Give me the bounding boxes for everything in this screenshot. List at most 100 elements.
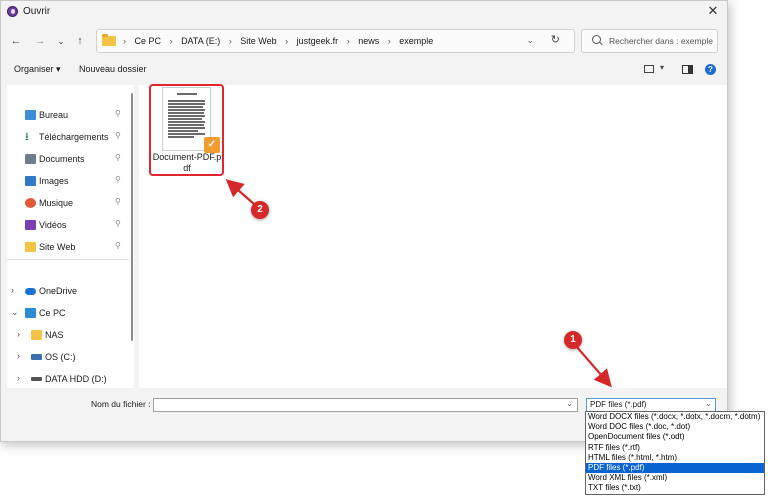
sidebar-item-nas[interactable]: › NAS <box>7 327 133 345</box>
filename-label: Nom du fichier : <box>91 399 151 409</box>
sidebar-item-ce-pc[interactable]: ⌄ Ce PC <box>7 305 133 323</box>
breadcrumb-item[interactable]: Site Web <box>240 36 276 46</box>
thumbnail-text-line <box>168 133 205 135</box>
filetype-option[interactable]: HTML files (*.html, *.htm) <box>586 453 764 463</box>
filetype-dropdown-icon[interactable]: ⌄ <box>705 399 712 408</box>
filetype-option[interactable]: RTF files (*.rtf) <box>586 443 764 453</box>
thumbnail-title-line <box>177 93 197 95</box>
sidebar-item-documents[interactable]: Documents ⚲ <box>7 151 133 169</box>
filetype-option[interactable]: OpenDocument files (*.odt) <box>586 432 764 442</box>
preview-pane-icon[interactable] <box>682 65 693 74</box>
filetype-dropdown-list: Word DOCX files (*.docx, *.dotx, *.docm,… <box>585 411 765 495</box>
address-bar[interactable]: › Ce PC › DATA (E:) › Site Web › justgee… <box>96 29 575 53</box>
pin-icon: ⚲ <box>115 153 121 162</box>
breadcrumb-item[interactable]: DATA (E:) <box>181 36 220 46</box>
folder-icon <box>25 242 36 252</box>
filetype-selected-value: PDF files (*.pdf) <box>590 400 647 409</box>
annotation-marker-2: 2 <box>251 201 269 219</box>
thumbnail-text-line <box>168 106 203 108</box>
thumbnail-text-line <box>168 118 202 120</box>
filename-dropdown-icon[interactable]: ⌄ <box>566 399 573 408</box>
filetype-option[interactable]: Word DOC files (*.doc, *.dot) <box>586 422 764 432</box>
sidebar-item-onedrive[interactable]: › OneDrive <box>7 283 133 301</box>
hdd-icon <box>31 377 42 381</box>
thumbnail-text-line <box>168 100 205 102</box>
pin-icon: ⚲ <box>115 109 121 118</box>
chevron-right-icon[interactable]: › <box>17 351 20 361</box>
thumbnail-text-line <box>168 127 205 129</box>
breadcrumb-separator-icon: › <box>387 36 391 46</box>
sidebar-item-images[interactable]: Images ⚲ <box>7 173 133 191</box>
back-arrow-icon[interactable]: ← <box>8 33 24 49</box>
sidebar-item-label: Musique <box>39 198 74 208</box>
thumbnail-text-line <box>168 130 198 132</box>
thumbnail-text-line <box>168 121 205 123</box>
breadcrumb-separator-icon: › <box>285 36 289 46</box>
breadcrumb-item[interactable]: Ce PC <box>135 36 162 46</box>
breadcrumb-item[interactable]: news <box>358 36 379 46</box>
sidebar-item-label: Site Web <box>39 242 76 252</box>
pdf-app-badge-icon: ✓ <box>204 137 220 153</box>
organize-button[interactable]: Organiser ▾ <box>14 64 61 75</box>
sidebar-scrollbar[interactable] <box>131 85 134 385</box>
forward-arrow-icon[interactable]: → <box>32 33 48 49</box>
sidebar-item-site-web[interactable]: Site Web ⚲ <box>7 239 133 257</box>
refresh-icon[interactable]: ↻ <box>551 33 560 46</box>
sidebar-item-label: OS (C:) <box>45 352 76 362</box>
navigation-pane: Bureau ⚲ ⭳ Téléchargements ⚲ Documents ⚲… <box>7 85 133 388</box>
navigation-bar: ← → ⌄ ↑ › Ce PC › DATA (E:) › Site Web ›… <box>1 28 727 56</box>
open-dialog: Ouvrir ✕ ← → ⌄ ↑ › Ce PC › DATA (E:) › S… <box>0 0 728 442</box>
sidebar-divider <box>7 259 129 260</box>
pin-icon: ⚲ <box>115 219 121 228</box>
chevron-right-icon[interactable]: › <box>11 285 14 295</box>
videos-icon <box>25 220 36 230</box>
breadcrumb-item[interactable]: exemple <box>399 36 433 46</box>
sidebar-item-label: OneDrive <box>39 286 78 296</box>
search-icon <box>592 35 601 44</box>
sidebar-item-telechargements[interactable]: ⭳ Téléchargements ⚲ <box>7 129 133 147</box>
pin-icon: ⚲ <box>115 131 121 140</box>
recent-locations-chevron-icon[interactable]: ⌄ <box>53 33 69 49</box>
breadcrumb-separator-icon: › <box>228 36 232 46</box>
search-box[interactable]: Rechercher dans : exemple <box>581 29 718 53</box>
window-title: Ouvrir <box>23 6 51 17</box>
up-arrow-icon[interactable]: ↑ <box>72 33 88 49</box>
filetype-option-selected[interactable]: PDF files (*.pdf) <box>586 463 764 474</box>
sidebar-item-label: Documents <box>39 154 85 164</box>
sidebar-item-videos[interactable]: Vidéos ⚲ <box>7 217 133 235</box>
filetype-option[interactable]: TXT files (*.txt) <box>586 483 764 493</box>
address-dropdown-icon[interactable]: ⌄ <box>526 35 534 46</box>
search-input[interactable]: Rechercher dans : exemple <box>609 36 713 46</box>
view-dropdown-icon[interactable]: ▾ <box>660 63 664 72</box>
breadcrumb-item[interactable]: justgeek.fr <box>297 36 339 46</box>
filetype-option[interactable]: Word DOCX files (*.docx, *.dotx, *.docm,… <box>586 412 764 422</box>
app-icon <box>7 6 18 17</box>
scrollbar-thumb[interactable] <box>131 93 133 341</box>
sidebar-item-data-hdd-d[interactable]: › DATA HDD (D:) <box>7 371 133 389</box>
sidebar-item-os-c[interactable]: › OS (C:) <box>7 349 133 367</box>
images-icon <box>25 176 36 186</box>
chevron-right-icon[interactable]: › <box>17 373 20 383</box>
chevron-right-icon[interactable]: › <box>17 329 20 339</box>
close-icon[interactable]: ✕ <box>705 3 721 19</box>
sidebar-item-musique[interactable]: Musique ⚲ <box>7 195 133 213</box>
download-icon: ⭳ <box>25 131 29 143</box>
file-name-label[interactable]: Document-PDF.pdf <box>152 152 222 174</box>
file-list-pane <box>139 84 727 388</box>
view-mode-icon[interactable] <box>644 65 654 73</box>
new-folder-button[interactable]: Nouveau dossier <box>79 64 147 74</box>
breadcrumb-separator-icon: › <box>346 36 350 46</box>
annotation-marker-1: 1 <box>564 331 582 349</box>
filetype-select[interactable]: PDF files (*.pdf) ⌄ <box>586 398 716 412</box>
pin-icon: ⚲ <box>115 197 121 206</box>
sidebar-item-label: NAS <box>45 330 64 340</box>
breadcrumb-separator-icon: › <box>169 36 173 46</box>
thumbnail-text-line <box>168 103 205 105</box>
help-icon[interactable]: ? <box>705 64 716 75</box>
documents-icon <box>25 154 36 164</box>
filetype-option[interactable]: Word XML files (*.xml) <box>586 473 764 483</box>
sidebar-item-bureau[interactable]: Bureau ⚲ <box>7 107 133 125</box>
folder-icon <box>102 34 116 46</box>
chevron-down-icon[interactable]: ⌄ <box>11 307 19 318</box>
filename-field[interactable]: ⌄ <box>153 398 578 412</box>
